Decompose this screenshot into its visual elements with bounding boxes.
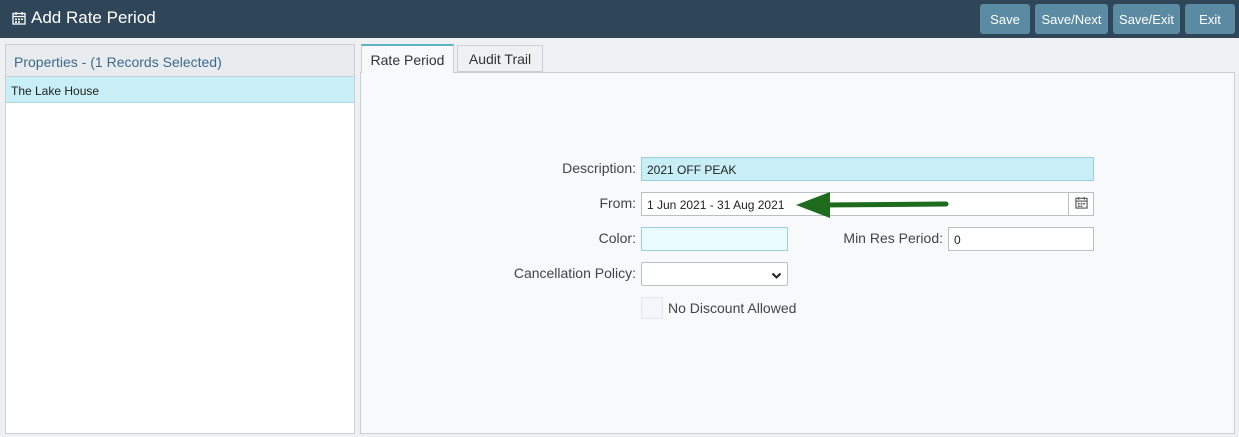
cancellation-policy-select[interactable] bbox=[641, 262, 788, 286]
color-label: Color: bbox=[598, 230, 636, 246]
description-label: Description: bbox=[562, 160, 636, 176]
no-discount-checkbox[interactable] bbox=[641, 297, 663, 319]
tab-rate-period[interactable]: Rate Period bbox=[361, 44, 454, 73]
properties-panel: Properties - (1 Records Selected) The La… bbox=[5, 44, 355, 434]
top-bar: Add Rate Period Save Save/Next Save/Exit… bbox=[0, 0, 1239, 38]
tab-audit-trail[interactable]: Audit Trail bbox=[457, 45, 543, 72]
description-field[interactable]: 2021 OFF PEAK bbox=[641, 157, 1094, 181]
rate-period-form bbox=[360, 72, 1235, 434]
from-label: From: bbox=[599, 195, 636, 211]
save-next-button[interactable]: Save/Next bbox=[1035, 4, 1108, 34]
list-item[interactable]: The Lake House bbox=[6, 77, 354, 103]
arrow-left-icon bbox=[790, 190, 952, 223]
exit-button[interactable]: Exit bbox=[1185, 4, 1235, 34]
save-button[interactable]: Save bbox=[980, 4, 1030, 34]
calendar-icon bbox=[1074, 196, 1088, 212]
page-title: Add Rate Period bbox=[12, 8, 156, 28]
properties-panel-header: Properties - (1 Records Selected) bbox=[6, 45, 354, 77]
no-discount-label: No Discount Allowed bbox=[668, 300, 797, 316]
min-res-period-field[interactable]: 0 bbox=[948, 227, 1094, 251]
calendar-icon bbox=[12, 11, 26, 25]
page-title-text: Add Rate Period bbox=[31, 8, 156, 27]
chevron-down-icon bbox=[771, 269, 782, 284]
date-picker-button[interactable] bbox=[1068, 192, 1094, 216]
min-res-period-label: Min Res Period: bbox=[843, 230, 943, 246]
save-exit-button[interactable]: Save/Exit bbox=[1113, 4, 1180, 34]
color-field[interactable] bbox=[641, 227, 788, 251]
cancellation-policy-label: Cancellation Policy: bbox=[513, 265, 636, 281]
